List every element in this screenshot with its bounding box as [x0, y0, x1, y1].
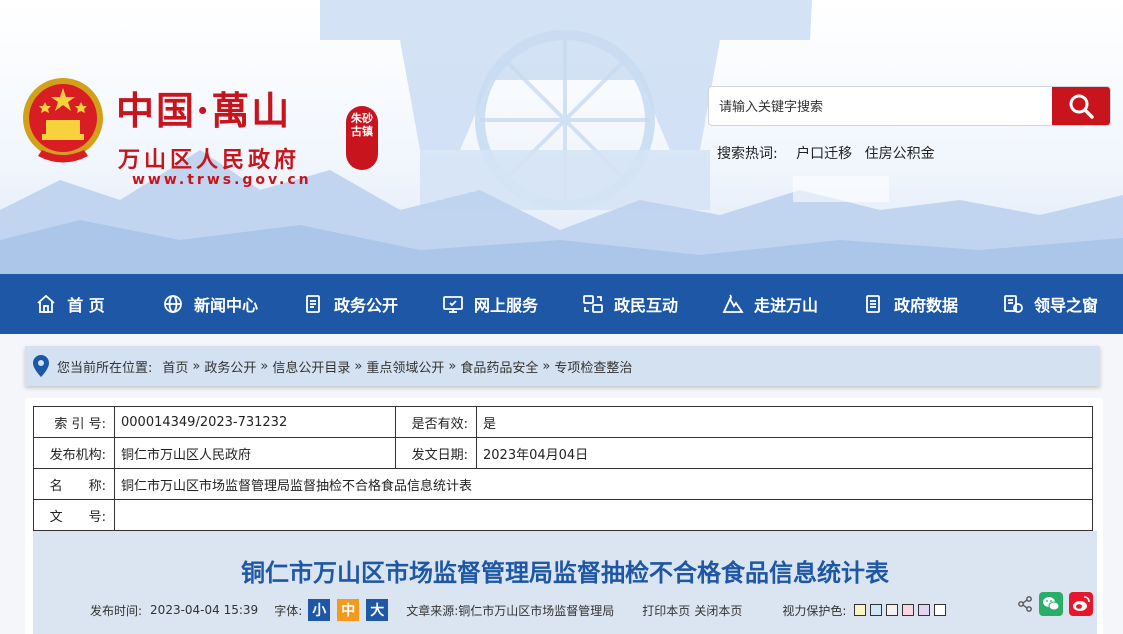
- breadcrumb-label: 您当前所在位置:: [57, 360, 153, 376]
- nav-label: 政务公开: [333, 296, 398, 315]
- nav-label: 政府数据: [893, 296, 958, 315]
- search-box: [708, 86, 1111, 126]
- logo-subtitle: 万山区人民政府: [118, 148, 301, 173]
- nav-label: 网上服务: [473, 296, 538, 315]
- eye-color-swatch-5[interactable]: [918, 604, 931, 616]
- source-value: 铜仁市万山区市场监督管理局: [458, 603, 615, 618]
- table-row: 文 号:: [33, 499, 1093, 531]
- breadcrumb-item[interactable]: 专项检查整治: [554, 357, 632, 376]
- table-row: 名 称: 铜仁市万山区市场监督管理局监督抽检不合格食品信息统计表: [33, 468, 1093, 500]
- home-icon: [37, 294, 55, 313]
- search-icon: [1069, 94, 1094, 119]
- hot-search-label: 搜索热词:: [717, 146, 778, 162]
- nav-item-online-service[interactable]: 网上服务: [420, 274, 560, 334]
- meta-key: 是否有效:: [395, 406, 477, 438]
- logo-url: www.trws.gov.cn: [132, 172, 312, 188]
- breadcrumb-separator: »: [354, 358, 363, 374]
- breadcrumb-item[interactable]: 信息公开目录: [272, 357, 350, 376]
- publish-time: 2023-04-04 15:39: [150, 603, 259, 617]
- nav-item-news[interactable]: 新闻中心: [140, 274, 280, 334]
- content-panel: 索 引 号: 000014349/2023-731232 是否有效: 是 发布机…: [25, 398, 1103, 634]
- font-size-medium-button[interactable]: 中: [337, 599, 360, 621]
- weibo-icon[interactable]: [1069, 592, 1093, 616]
- table-row: 索 引 号: 000014349/2023-731232 是否有效: 是: [33, 406, 1093, 438]
- hot-search: 搜索热词: 户口迁移 住房公积金: [717, 143, 943, 163]
- share-icon[interactable]: [1017, 596, 1033, 612]
- breadcrumb-separator: »: [260, 358, 269, 374]
- meta-value: 铜仁市万山区市场监督管理局监督抽检不合格食品信息统计表: [114, 468, 1093, 500]
- font-size-small-button[interactable]: 小: [308, 599, 331, 621]
- wechat-icon[interactable]: [1039, 592, 1063, 616]
- font-size-label: 字体:: [274, 603, 303, 618]
- monitor-icon: [443, 296, 463, 313]
- breadcrumb-separator: »: [448, 358, 457, 374]
- article-title: 铜仁市万山区市场监督管理局监督抽检不合格食品信息统计表: [241, 559, 889, 587]
- eye-color-swatch-1[interactable]: [854, 604, 867, 616]
- nav-label: 走进万山: [753, 296, 818, 315]
- breadcrumb: 您当前所在位置: 首页 » 政务公开 » 信息公开目录 » 重点领域公开 » 食…: [25, 346, 1100, 386]
- national-emblem-icon: [23, 78, 103, 163]
- article-header: 铜仁市万山区市场监督管理局监督抽检不合格食品信息统计表 发布时间: 2023-0…: [33, 531, 1097, 634]
- article-info-bar: 发布时间: 2023-04-04 15:39 字体: 小 中 大 文章来源: 铜…: [90, 597, 950, 623]
- eye-color-swatch-4[interactable]: [902, 604, 915, 616]
- meta-key: 发布机构:: [33, 437, 115, 469]
- site-logo[interactable]: 中国·萬山 朱砂古镇 万山区人民政府 www.trws.gov.cn: [20, 50, 400, 200]
- close-page-link[interactable]: 关闭本页: [694, 602, 742, 619]
- nav-item-government-data[interactable]: 政府数据: [840, 274, 980, 334]
- globe-icon: [164, 295, 182, 313]
- main-nav: 首 页 新闻中心 政务公开 网上服务 政民互动 走进万山 政府数据 领导之窗: [0, 274, 1123, 334]
- breadcrumb-separator: »: [542, 358, 551, 374]
- eye-color-swatch-2[interactable]: [870, 604, 883, 616]
- meta-key: 发文日期:: [395, 437, 477, 469]
- nav-label: 新闻中心: [193, 296, 258, 315]
- search-input[interactable]: [709, 87, 1051, 125]
- document-meta-table: 索 引 号: 000014349/2023-731232 是否有效: 是 发布机…: [33, 406, 1093, 531]
- search-button[interactable]: [1052, 87, 1110, 125]
- interaction-icon: [583, 295, 603, 313]
- leader-icon: [1004, 295, 1023, 313]
- eye-color-swatch-6[interactable]: [934, 604, 947, 616]
- nav-label: 政民互动: [613, 296, 678, 315]
- meta-value: 是: [476, 406, 1093, 438]
- breadcrumb-item[interactable]: 政务公开: [204, 357, 256, 376]
- meta-key: 索 引 号:: [33, 406, 115, 438]
- breadcrumb-item[interactable]: 首页: [162, 357, 188, 376]
- print-page-link[interactable]: 打印本页: [642, 602, 690, 619]
- hot-keyword[interactable]: 住房公积金: [865, 146, 935, 162]
- nav-item-interaction[interactable]: 政民互动: [560, 274, 700, 334]
- nav-item-leaders[interactable]: 领导之窗: [980, 274, 1120, 334]
- nav-item-open-government[interactable]: 政务公开: [280, 274, 420, 334]
- eye-color-swatch-3[interactable]: [886, 604, 899, 616]
- meta-key: 名 称:: [33, 468, 115, 500]
- hot-keyword[interactable]: 户口迁移: [796, 146, 852, 162]
- breadcrumb-item[interactable]: 重点领域公开: [366, 357, 444, 376]
- meta-key: 文 号:: [33, 499, 115, 531]
- site-header: 中国·萬山 朱砂古镇 万山区人民政府 www.trws.gov.cn 搜索热词:…: [0, 0, 1123, 274]
- nav-label: 首 页: [67, 296, 105, 315]
- source-label: 文章来源:: [406, 603, 459, 618]
- location-pin-icon: [33, 355, 49, 377]
- document-icon: [306, 295, 320, 313]
- meta-value: 2023年04月04日: [476, 437, 1093, 469]
- table-row: 发布机构: 铜仁市万山区人民政府 发文日期: 2023年04月04日: [33, 437, 1093, 469]
- logo-seal: 朱砂古镇: [346, 106, 378, 170]
- meta-value: [114, 499, 1093, 531]
- publish-label: 发布时间:: [90, 603, 143, 618]
- share-bar: [1011, 592, 1093, 616]
- nav-item-home[interactable]: 首 页: [0, 274, 140, 334]
- nav-item-about-wanshan[interactable]: 走进万山: [700, 274, 840, 334]
- meta-value: 000014349/2023-731232: [114, 406, 396, 438]
- logo-title: 中国·萬山: [116, 88, 292, 133]
- meta-value: 铜仁市万山区人民政府: [114, 437, 396, 469]
- breadcrumb-separator: »: [192, 358, 201, 374]
- breadcrumb-item[interactable]: 食品药品安全: [460, 357, 538, 376]
- nav-label: 领导之窗: [1033, 296, 1098, 315]
- eye-care-label: 视力保护色:: [782, 603, 847, 618]
- data-icon: [866, 295, 880, 313]
- font-size-large-button[interactable]: 大: [366, 599, 389, 621]
- mountain-icon: [722, 294, 744, 313]
